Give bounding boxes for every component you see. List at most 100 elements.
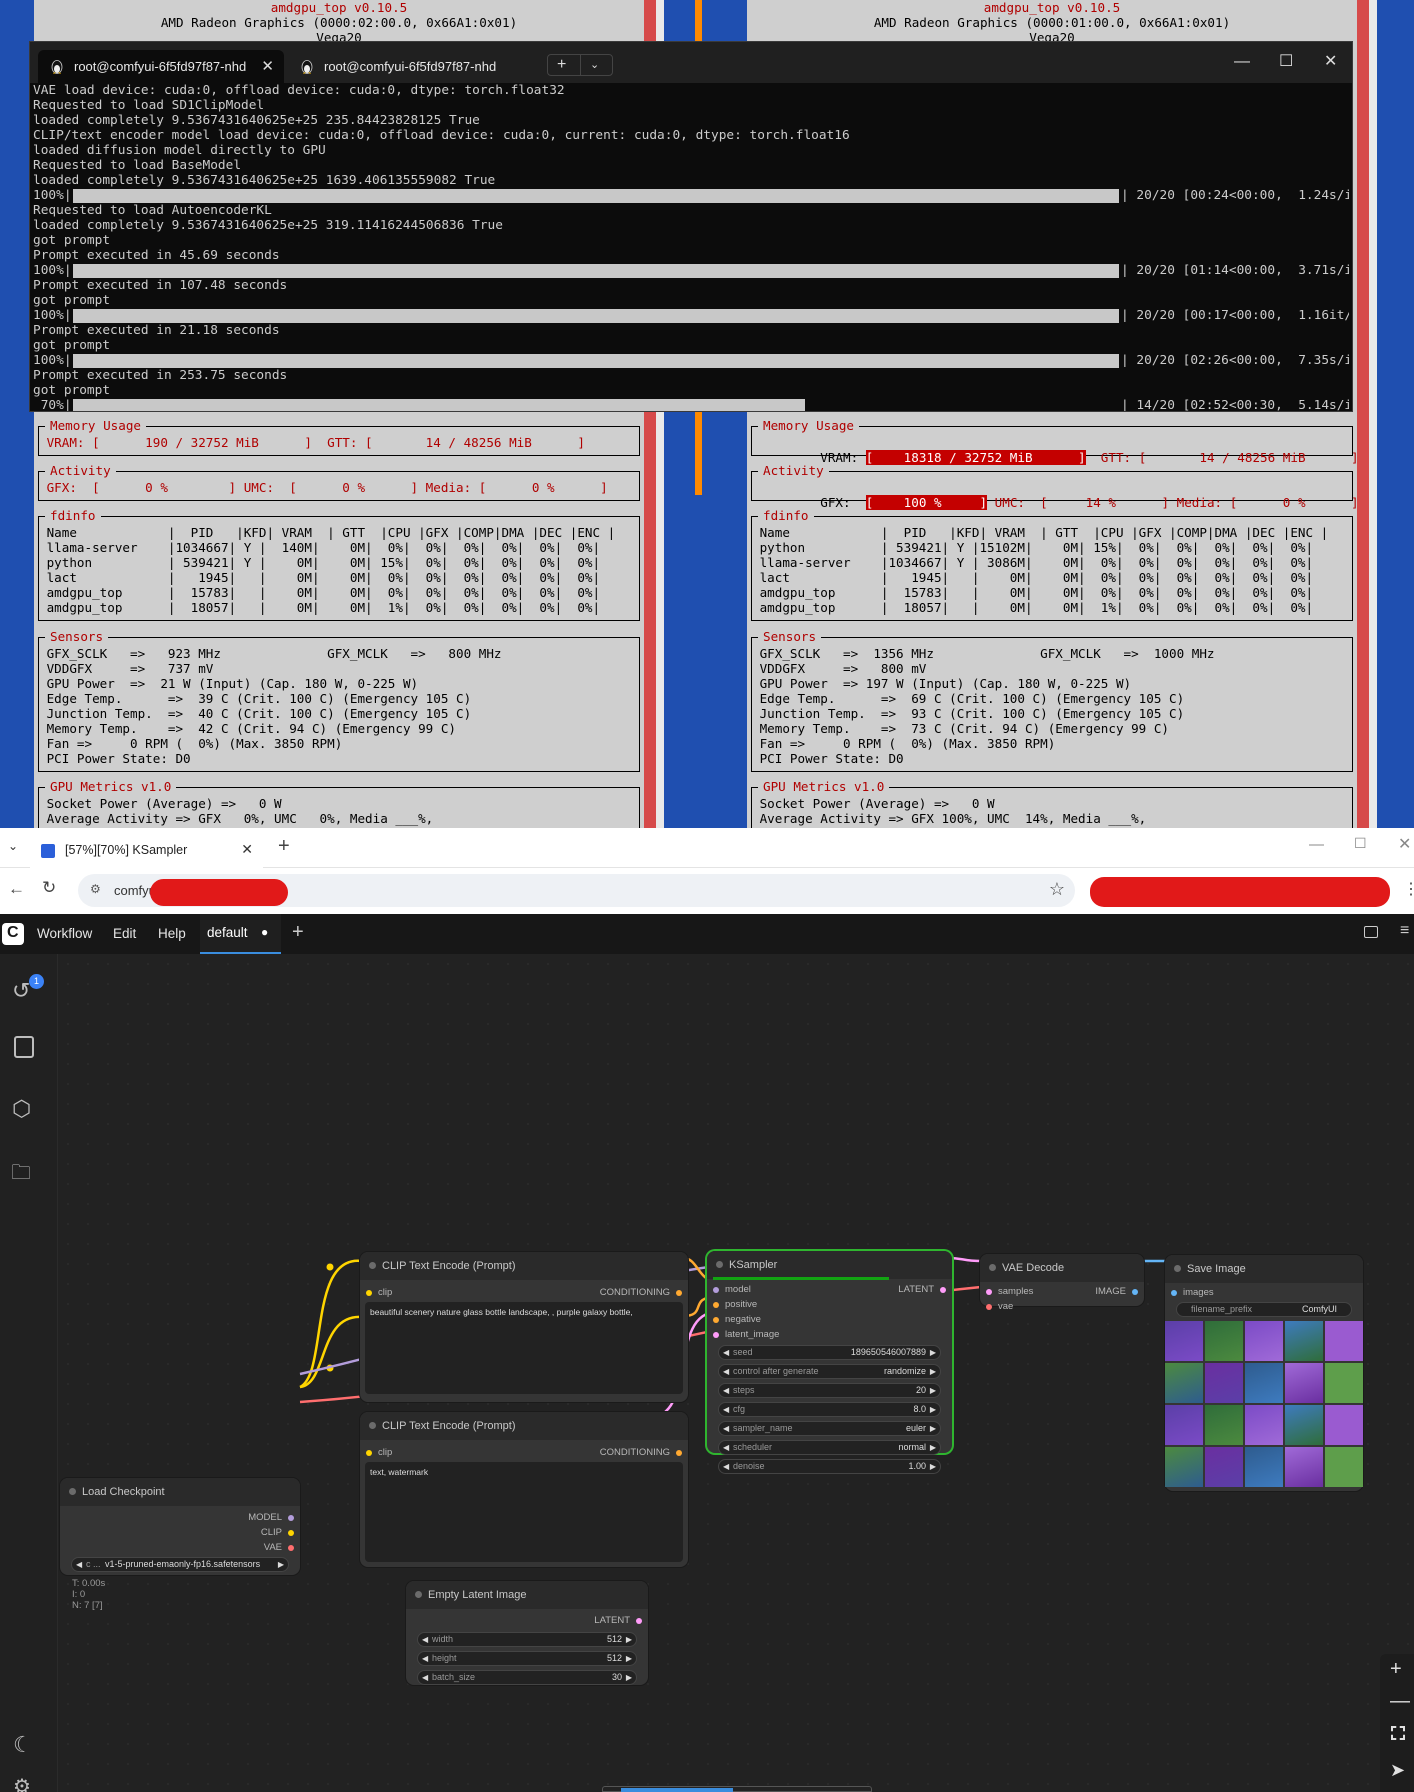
output-thumbnail[interactable]: [1285, 1321, 1323, 1361]
prompt-textarea[interactable]: text, watermark: [365, 1462, 683, 1562]
output-thumbnail[interactable]: [1205, 1363, 1243, 1403]
filename-prefix-widget[interactable]: filename_prefix ComfyUI: [1176, 1302, 1352, 1317]
input-slot-vae[interactable]: vae: [986, 1301, 1013, 1313]
node-save-image[interactable]: Save Image images filename_prefix ComfyUI: [1165, 1255, 1363, 1491]
close-tab-icon[interactable]: ✕: [241, 841, 253, 858]
output-slot-vae[interactable]: VAE: [264, 1542, 294, 1554]
address-bar[interactable]: ⚙ comfyui.d ☆: [78, 874, 1075, 907]
output-thumbnail[interactable]: [1165, 1447, 1203, 1487]
input-slot-images[interactable]: images: [1171, 1287, 1214, 1299]
output-thumbnail[interactable]: [1165, 1321, 1203, 1361]
output-thumbnail[interactable]: [1245, 1405, 1283, 1445]
theme-moon-icon[interactable]: ☾: [13, 1732, 33, 1758]
chevron-down-icon[interactable]: ⌄: [590, 58, 599, 71]
hamburger-menu-icon[interactable]: ≡: [1400, 922, 1409, 940]
input-slot-positive[interactable]: positive: [713, 1299, 757, 1311]
back-arrow-icon[interactable]: ←: [8, 879, 25, 899]
tab-search-chevron-icon[interactable]: ⌄: [8, 839, 18, 853]
node-clip-text-encode-negative[interactable]: CLIP Text Encode (Prompt) clip CONDITION…: [360, 1412, 688, 1567]
terminal-tab-active[interactable]: root@comfyui-6f5fd97f87-nhd ✕: [38, 50, 284, 83]
output-thumbnail[interactable]: [1165, 1405, 1203, 1445]
output-thumbnail[interactable]: [1205, 1321, 1243, 1361]
settings-gear-icon[interactable]: ⚙: [13, 1774, 31, 1792]
input-slot-clip[interactable]: clip: [366, 1287, 392, 1299]
reload-icon[interactable]: ↻: [42, 878, 56, 898]
output-slot-latent[interactable]: LATENT: [594, 1615, 642, 1627]
model-library-cube-icon[interactable]: ⬡: [12, 1096, 31, 1122]
terminal-tab[interactable]: root@comfyui-6f5fd97f87-nhd: [288, 50, 538, 83]
bottom-panel-toggle-icon[interactable]: [1364, 926, 1378, 938]
pointer-mode-icon[interactable]: ➤: [1390, 1760, 1405, 1781]
site-info-icon[interactable]: ⚙: [90, 882, 101, 896]
prompt-textarea[interactable]: beautiful scenery nature glass bottle la…: [365, 1302, 683, 1394]
denoise-widget[interactable]: ◀ denoise 1.00 ▶: [718, 1459, 941, 1474]
output-thumbnail[interactable]: [1285, 1363, 1323, 1403]
output-thumbnail[interactable]: [1325, 1447, 1363, 1487]
kebab-menu-icon[interactable]: ⋮: [1403, 879, 1414, 899]
maximize-icon[interactable]: ☐: [1354, 835, 1367, 852]
menu-edit[interactable]: Edit: [113, 926, 136, 941]
zoom-in-plus-icon[interactable]: +: [1390, 1658, 1402, 1681]
output-slot-latent[interactable]: LATENT: [898, 1284, 946, 1296]
output-thumbnail[interactable]: [1285, 1405, 1323, 1445]
new-workflow-plus-icon[interactable]: +: [292, 921, 304, 944]
minimize-icon[interactable]: —: [1234, 54, 1250, 70]
input-slot-latent-image[interactable]: latent_image: [713, 1329, 779, 1341]
workflows-folder-icon[interactable]: 🗀: [11, 1158, 31, 1192]
scheduler-widget[interactable]: ◀ scheduler normal ▶: [718, 1440, 941, 1455]
comfyui-logo[interactable]: C: [2, 923, 24, 945]
input-slot-model[interactable]: model: [713, 1284, 751, 1296]
queue-history-button[interactable]: ↺ 1: [10, 974, 44, 1008]
output-thumbnail[interactable]: [1245, 1321, 1283, 1361]
seed-widget[interactable]: ◀ seed 189650546007889 ▶: [718, 1345, 941, 1360]
output-thumbnail[interactable]: [1325, 1405, 1363, 1445]
node-clip-text-encode-positive[interactable]: CLIP Text Encode (Prompt) clip CONDITION…: [360, 1252, 688, 1402]
node-empty-latent-image[interactable]: Empty Latent Image LATENT ◀ width 512 ▶ ◀ he…: [406, 1581, 648, 1685]
close-window-icon[interactable]: ✕: [1324, 54, 1337, 70]
steps-widget[interactable]: ◀ steps 20 ▶: [718, 1383, 941, 1398]
cfg-widget[interactable]: ◀ cfg 8.0 ▶: [718, 1402, 941, 1417]
output-thumbnail[interactable]: [1285, 1447, 1323, 1487]
width-widget[interactable]: ◀ width 512 ▶: [417, 1632, 637, 1647]
batch-size-widget[interactable]: ◀ batch_size 30 ▶: [417, 1670, 637, 1685]
input-slot-negative[interactable]: negative: [713, 1314, 761, 1326]
output-slot-model[interactable]: MODEL: [248, 1512, 294, 1524]
terminal-window[interactable]: root@comfyui-6f5fd97f87-nhd ✕ root@comfy…: [29, 41, 1353, 412]
height-widget[interactable]: ◀ height 512 ▶: [417, 1651, 637, 1666]
output-thumbnail[interactable]: [1205, 1447, 1243, 1487]
output-slot-clip[interactable]: CLIP: [261, 1527, 294, 1539]
output-thumbnail[interactable]: [1205, 1405, 1243, 1445]
bottom-toolbar[interactable]: [602, 1786, 872, 1792]
bookmark-star-icon[interactable]: ☆: [1049, 879, 1065, 900]
browser-tab-active[interactable]: [57%][70%] KSampler ✕: [30, 832, 263, 868]
output-slot-conditioning[interactable]: CONDITIONING: [600, 1287, 682, 1299]
node-load-checkpoint[interactable]: Load Checkpoint MODEL CLIP VAE ◀ c ... v…: [60, 1478, 300, 1575]
close-window-icon[interactable]: ✕: [1398, 834, 1411, 854]
output-image-grid[interactable]: [1165, 1321, 1363, 1487]
node-vae-decode[interactable]: VAE Decode samples vae IMAGE: [980, 1254, 1144, 1312]
output-slot-conditioning[interactable]: CONDITIONING: [600, 1447, 682, 1459]
menu-workflow[interactable]: Workflow: [37, 926, 92, 941]
output-thumbnail[interactable]: [1245, 1447, 1283, 1487]
input-slot-samples[interactable]: samples: [986, 1286, 1033, 1298]
control-after-generate-widget[interactable]: ◀ control after generate randomize ▶: [718, 1364, 941, 1379]
ckpt-name-widget[interactable]: ◀ c ... v1-5-pruned-emaonly-fp16.safeten…: [71, 1557, 289, 1572]
menu-help[interactable]: Help: [158, 926, 186, 941]
new-tab-plus-icon[interactable]: +: [557, 56, 566, 74]
zoom-out-minus-icon[interactable]: —: [1390, 1690, 1410, 1713]
output-thumbnail[interactable]: [1325, 1363, 1363, 1403]
terminal-output[interactable]: VAE load device: cuda:0, offload device:…: [33, 83, 1349, 411]
sampler-name-widget[interactable]: ◀ sampler_name euler ▶: [718, 1421, 941, 1436]
node-ksampler[interactable]: KSampler model positive negative latent_…: [707, 1251, 952, 1474]
input-slot-clip[interactable]: clip: [366, 1447, 392, 1459]
new-tab-plus-icon[interactable]: +: [278, 835, 290, 858]
output-slot-image[interactable]: IMAGE: [1095, 1286, 1138, 1298]
fit-view-icon[interactable]: [1391, 1726, 1405, 1740]
maximize-icon[interactable]: ☐: [1279, 54, 1293, 70]
close-tab-icon[interactable]: ✕: [261, 50, 274, 83]
minimize-icon[interactable]: —: [1309, 836, 1324, 853]
node-graph-canvas[interactable]: CLIP Text Encode (Prompt) clip CONDITION…: [58, 954, 1414, 1792]
node-library-icon[interactable]: [14, 1036, 34, 1058]
workflow-tab-default[interactable]: default ●: [200, 914, 281, 954]
output-thumbnail[interactable]: [1245, 1363, 1283, 1403]
